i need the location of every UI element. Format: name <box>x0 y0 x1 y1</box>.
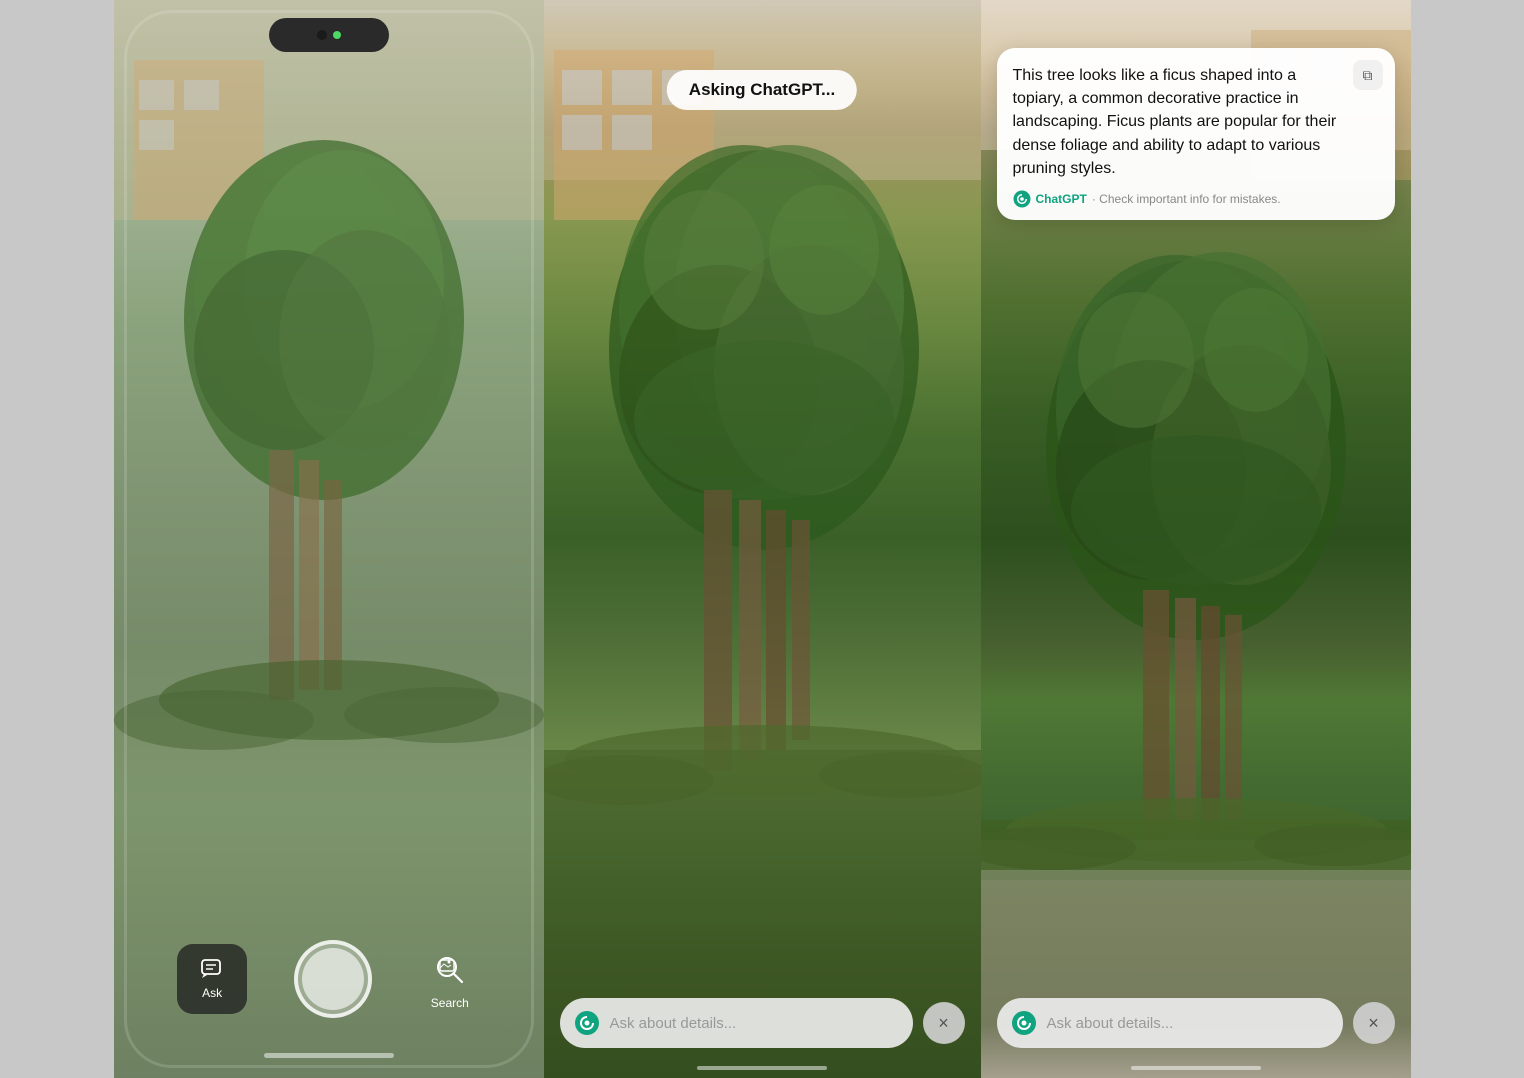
search-label: Search <box>431 996 469 1010</box>
phone2-home-indicator <box>697 1066 827 1070</box>
notch-camera <box>317 30 327 40</box>
response-body-text: This tree looks like a ficus shaped into… <box>1013 64 1379 180</box>
search-icon <box>432 952 468 988</box>
asking-text: Asking ChatGPT... <box>689 80 835 99</box>
phone-showcase: Ask Search <box>0 0 1524 1078</box>
chatgpt-logo-icon-phone3 <box>1011 1010 1037 1036</box>
ask-placeholder-text: Ask about details... <box>610 1015 737 1032</box>
phone1-controls: Ask Search <box>114 940 544 1018</box>
phone1-notch <box>269 18 389 52</box>
chatgpt-logo-icon <box>574 1010 600 1036</box>
close-button-phone3[interactable]: × <box>1353 1002 1395 1044</box>
phone3-bottom-bar: Ask about details... × <box>981 998 1411 1048</box>
shutter-inner <box>302 948 364 1010</box>
chat-icon <box>200 958 224 982</box>
ask-label: Ask <box>202 986 222 1000</box>
close-icon-phone3: × <box>1368 1013 1379 1034</box>
asking-chatgpt-badge: Asking ChatGPT... <box>667 70 857 110</box>
ask-button[interactable]: Ask <box>177 944 247 1014</box>
chatgpt-source-label: ChatGPT <box>1036 192 1087 206</box>
phone3: ⧉ This tree looks like a ficus shaped in… <box>981 0 1411 1078</box>
search-button[interactable]: Search <box>420 940 480 1018</box>
tree-image-phone2 <box>544 0 981 1078</box>
ask-input-phone3[interactable]: Ask about details... <box>997 998 1343 1048</box>
close-button[interactable]: × <box>923 1002 965 1044</box>
phone1: Ask Search <box>114 0 544 1078</box>
disclaimer-text: · Check important info for mistakes. <box>1092 192 1281 206</box>
ask-placeholder-phone3: Ask about details... <box>1047 1015 1174 1032</box>
phone2: Asking ChatGPT... Ask about details... × <box>544 0 981 1078</box>
chatgpt-footer-logo <box>1013 190 1031 208</box>
ask-input[interactable]: Ask about details... <box>560 998 913 1048</box>
response-footer: ChatGPT · Check important info for mista… <box>1013 190 1379 208</box>
notch-indicator <box>333 31 341 39</box>
phone2-bottom-bar: Ask about details... × <box>544 998 981 1048</box>
copy-button[interactable]: ⧉ <box>1353 60 1383 90</box>
phone1-home-indicator <box>264 1053 394 1058</box>
shutter-button[interactable] <box>294 940 372 1018</box>
phone3-home-indicator <box>1131 1066 1261 1070</box>
response-card: ⧉ This tree looks like a ficus shaped in… <box>997 48 1395 220</box>
tree-image-phone1 <box>114 0 544 1078</box>
search-icon-wrap <box>428 948 472 992</box>
close-icon: × <box>938 1013 949 1034</box>
copy-icon: ⧉ <box>1363 67 1373 84</box>
